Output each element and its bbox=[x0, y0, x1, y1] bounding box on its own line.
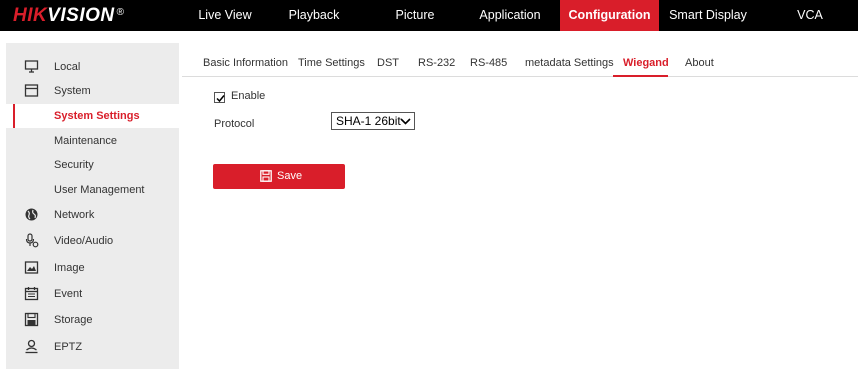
sidebar-item-label: Video/Audio bbox=[54, 235, 114, 247]
sidebar-item-video-audio[interactable]: Video/Audio bbox=[6, 229, 179, 253]
sidebar-item-label: Maintenance bbox=[54, 135, 117, 147]
sidebar-item-image[interactable]: Image bbox=[6, 256, 179, 280]
tab-rs-485[interactable]: RS-485 bbox=[470, 51, 507, 75]
protocol-label: Protocol bbox=[214, 118, 255, 130]
protocol-select[interactable]: SHA-1 26bit bbox=[331, 112, 415, 130]
sidebar-item-eptz[interactable]: EPTZ bbox=[6, 335, 179, 359]
nav-smart-display[interactable]: Smart Display bbox=[659, 0, 757, 31]
sidebar-item-label: Security bbox=[54, 159, 94, 171]
sidebar-item-label: EPTZ bbox=[54, 341, 83, 353]
calendar-icon bbox=[24, 287, 39, 301]
person-icon bbox=[25, 339, 38, 354]
nav-configuration[interactable]: Configuration bbox=[560, 0, 659, 31]
sidebar-item-maintenance[interactable]: Maintenance bbox=[6, 129, 179, 153]
sidebar-item-label: System Settings bbox=[54, 110, 140, 122]
sidebar-item-label: Network bbox=[54, 209, 95, 221]
checkmark-icon bbox=[216, 95, 225, 103]
globe-icon bbox=[25, 208, 38, 221]
save-button[interactable]: Save bbox=[213, 164, 345, 189]
tab-basic-information[interactable]: Basic Information bbox=[203, 51, 288, 75]
save-button-label: Save bbox=[277, 170, 303, 182]
sidebar: Local System System Settings Maintenance… bbox=[6, 43, 179, 369]
tab-divider bbox=[182, 76, 858, 77]
tab-dst[interactable]: DST bbox=[377, 51, 399, 75]
sidebar-item-system-settings[interactable]: System Settings bbox=[6, 104, 179, 128]
sidebar-item-network[interactable]: Network bbox=[6, 203, 179, 227]
sidebar-item-security[interactable]: Security bbox=[6, 153, 179, 177]
tab-wiegand[interactable]: Wiegand bbox=[623, 51, 669, 75]
sidebar-item-label: Storage bbox=[54, 314, 93, 326]
chevron-down-icon bbox=[400, 118, 411, 125]
nav-picture[interactable]: Picture bbox=[380, 0, 450, 31]
tab-metadata-settings[interactable]: metadata Settings bbox=[525, 51, 614, 75]
tab-time-settings[interactable]: Time Settings bbox=[298, 51, 365, 75]
sidebar-item-user-management[interactable]: User Management bbox=[6, 178, 179, 202]
sidebar-item-label: Event bbox=[54, 288, 83, 300]
system-icon bbox=[24, 84, 39, 97]
sidebar-item-local[interactable]: Local bbox=[6, 55, 179, 79]
sidebar-item-label: Local bbox=[54, 61, 81, 73]
tab-about[interactable]: About bbox=[685, 51, 714, 75]
disk-icon bbox=[24, 312, 39, 327]
sidebar-item-label: Image bbox=[54, 262, 85, 274]
nav-application[interactable]: Application bbox=[472, 0, 548, 31]
nav-vca[interactable]: VCA bbox=[780, 0, 840, 31]
enable-checkbox[interactable] bbox=[214, 92, 225, 103]
sidebar-item-storage[interactable]: Storage bbox=[6, 308, 179, 332]
sidebar-item-event[interactable]: Event bbox=[6, 282, 179, 306]
nav-playback[interactable]: Playback bbox=[270, 0, 358, 31]
hikvision-logo: HIKVISION ® bbox=[13, 5, 125, 26]
sidebar-item-system[interactable]: System bbox=[6, 79, 179, 103]
sidebar-item-label: User Management bbox=[54, 184, 145, 196]
save-icon bbox=[260, 170, 272, 182]
monitor-icon bbox=[24, 60, 39, 73]
top-navigation-bar: HIKVISION ® Live View Playback Picture Ap… bbox=[0, 0, 858, 31]
sidebar-item-label: System bbox=[54, 85, 91, 97]
tab-rs-232[interactable]: RS-232 bbox=[418, 51, 455, 75]
active-tab-indicator bbox=[613, 75, 668, 77]
nav-live-view[interactable]: Live View bbox=[180, 0, 270, 31]
image-icon bbox=[24, 261, 39, 274]
protocol-select-value: SHA-1 26bit bbox=[336, 114, 401, 128]
enable-label: Enable bbox=[231, 90, 266, 102]
microphone-icon bbox=[25, 233, 39, 248]
